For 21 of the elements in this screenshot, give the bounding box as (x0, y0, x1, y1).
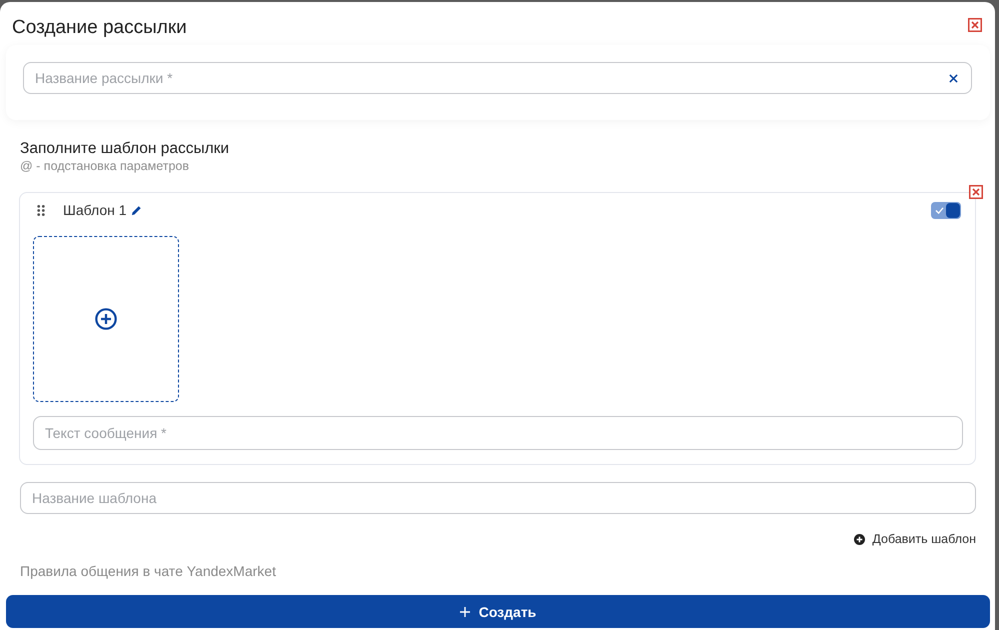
mailing-name-field[interactable]: Название рассылки * (23, 62, 972, 94)
close-icon[interactable] (968, 18, 982, 32)
toggle-switch[interactable] (931, 202, 961, 218)
check-icon (935, 206, 944, 214)
drag-handle-icon[interactable] (37, 204, 45, 216)
dialog-title: Создание рассылки (12, 18, 188, 38)
section-hint: @ - подстановка параметров (20, 159, 190, 173)
pencil-icon[interactable] (130, 204, 142, 216)
template-title: Шаблон 1 (63, 202, 127, 218)
message-field[interactable]: Текст сообщения * (33, 416, 963, 450)
image-upload-area[interactable] (33, 236, 179, 402)
template-name-field[interactable]: Название шаблона (20, 482, 976, 514)
section-title: Заполните шаблон рассылки (20, 140, 230, 158)
plus-circle-icon (95, 308, 117, 330)
close-icon[interactable] (969, 185, 983, 199)
plus-circle-icon (854, 534, 866, 544)
close-icon[interactable] (949, 74, 958, 82)
plus-icon (460, 606, 470, 616)
add-template-link[interactable]: Добавить шаблон (854, 531, 976, 547)
create-button[interactable]: Создать (6, 595, 990, 628)
rules-text: Правила общения в чате YandexMarket (20, 563, 277, 579)
